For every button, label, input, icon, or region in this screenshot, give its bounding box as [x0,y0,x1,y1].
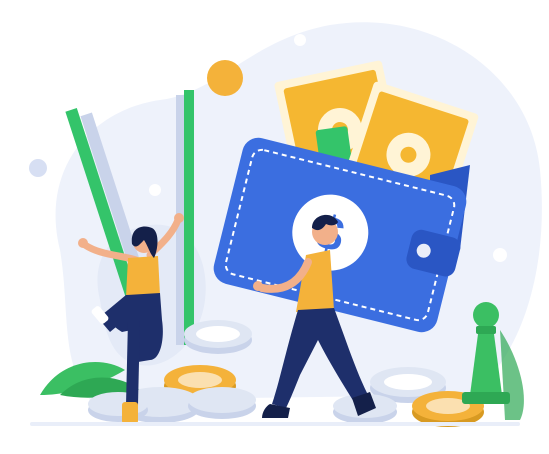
money-illustration: $ [29,22,542,427]
gold-sun-dot [207,60,243,96]
ground-line [30,422,520,426]
illustration-scene: $ [0,0,549,454]
